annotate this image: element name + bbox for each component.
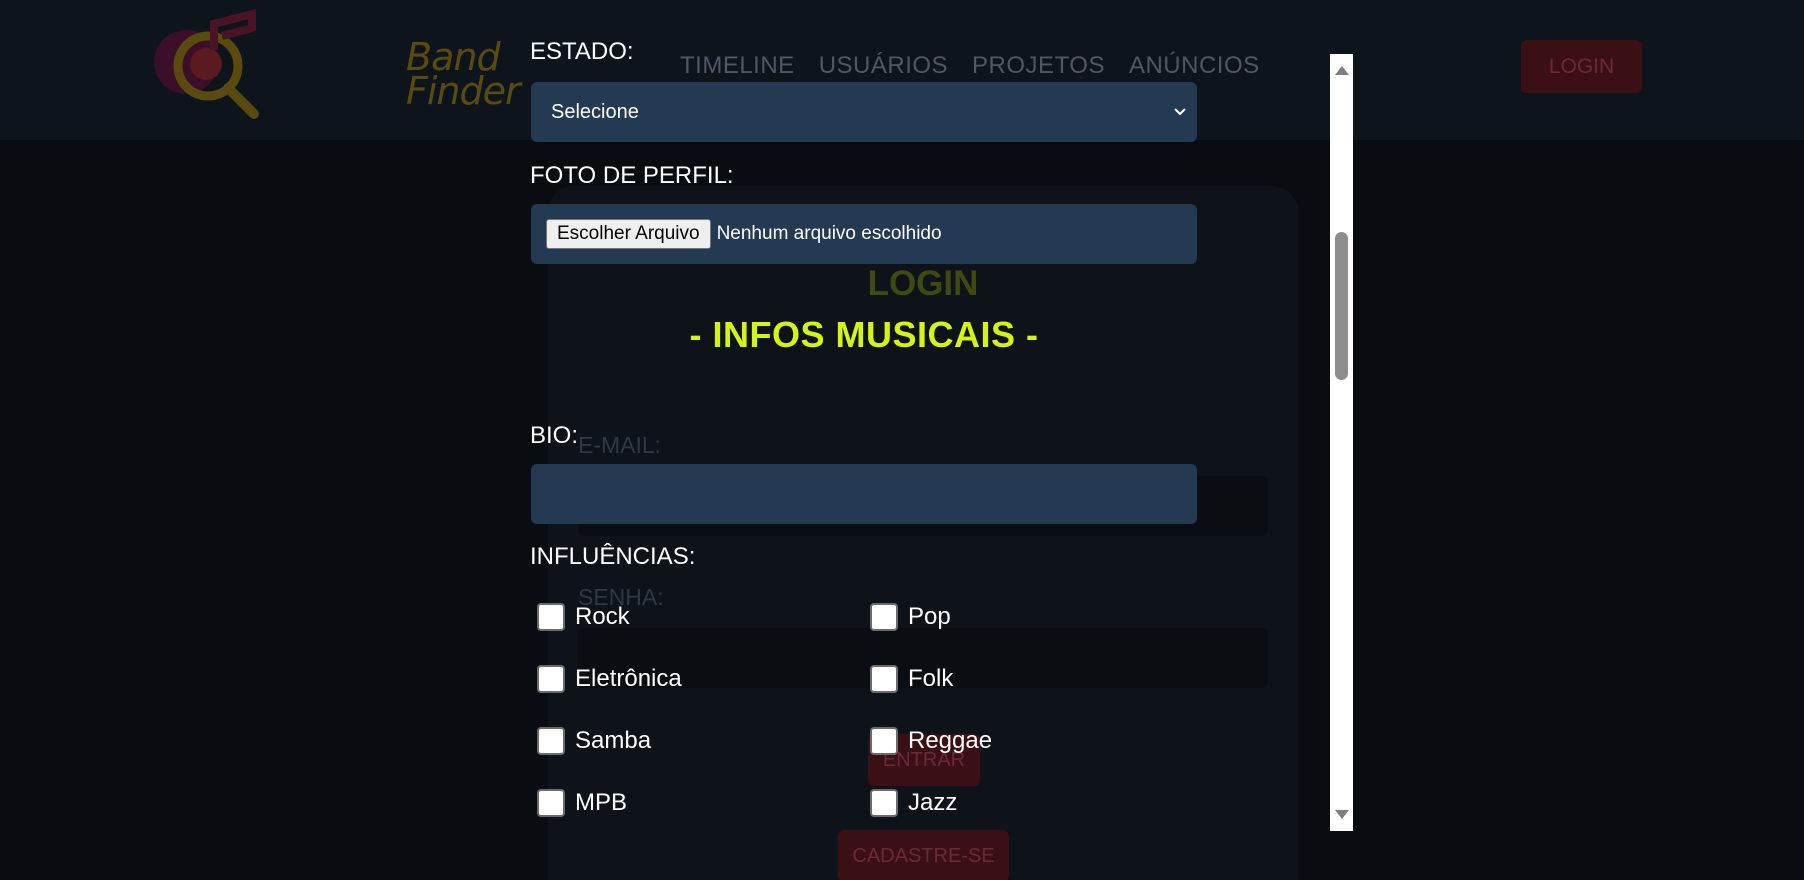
- influence-folk-checkbox[interactable]: Folk: [870, 665, 953, 693]
- band-finder-logo[interactable]: Band Finder: [148, 6, 521, 126]
- checkbox[interactable]: [870, 603, 898, 631]
- influence-label: Folk: [908, 665, 954, 692]
- signup-button[interactable]: CADASTRE-SE: [838, 830, 1009, 880]
- login-title: LOGIN: [867, 264, 979, 303]
- influence-label: Rock: [575, 603, 630, 630]
- influence-label: Eletrônica: [575, 665, 682, 692]
- nav-usuarios[interactable]: USUÁRIOS: [819, 52, 948, 80]
- influence-reggae-checkbox[interactable]: Reggae: [870, 727, 992, 755]
- influence-mpb-checkbox[interactable]: MPB: [537, 789, 627, 817]
- bio-field[interactable]: [531, 464, 1197, 524]
- header-login-button[interactable]: LOGIN: [1521, 40, 1642, 93]
- chevron-down-icon: [1174, 108, 1186, 116]
- state-select[interactable]: Selecione: [531, 82, 1197, 142]
- influence-label: Samba: [575, 727, 652, 754]
- checkbox[interactable]: [870, 727, 898, 755]
- profile-photo-input: Escolher Arquivo Nenhum arquivo escolhid…: [531, 204, 1197, 264]
- checkbox[interactable]: [870, 665, 898, 693]
- checkbox[interactable]: [537, 789, 565, 817]
- influence-eletronica-checkbox[interactable]: Eletrônica: [537, 665, 682, 693]
- influence-label: MPB: [575, 789, 628, 816]
- influence-rock-checkbox[interactable]: Rock: [537, 603, 630, 631]
- nav-projetos[interactable]: PROJETOS: [972, 52, 1105, 80]
- musical-info-title: - INFOS MUSICAIS -: [689, 314, 1039, 355]
- scroll-down-arrow-icon[interactable]: [1335, 810, 1349, 819]
- checkbox[interactable]: [537, 727, 565, 755]
- page: Band Finder TIMELINE USUÁRIOS PROJETOS A…: [0, 0, 1804, 880]
- state-select-value: Selecione: [551, 100, 639, 123]
- influence-jazz-checkbox[interactable]: Jazz: [870, 789, 957, 817]
- logo-graphic: [154, 8, 259, 119]
- file-status-text: Nenhum arquivo escolhido: [716, 223, 942, 244]
- main-nav: TIMELINE USUÁRIOS PROJETOS ANÚNCIOS: [680, 52, 1260, 80]
- nav-anuncios[interactable]: ANÚNCIOS: [1129, 52, 1260, 80]
- logo-text: Band Finder: [406, 38, 521, 113]
- nav-timeline[interactable]: TIMELINE: [680, 52, 795, 80]
- login-card: LOGIN E-MAIL: SENHA: ENTRAR CADASTRE-SE: [548, 186, 1298, 880]
- influence-pop-checkbox[interactable]: Pop: [870, 603, 951, 631]
- scroll-up-arrow-icon[interactable]: [1335, 66, 1349, 75]
- email-label: E-MAIL:: [578, 432, 662, 458]
- influence-label: Pop: [908, 603, 951, 630]
- influence-label: Jazz: [908, 789, 958, 816]
- checkbox[interactable]: [537, 665, 565, 693]
- scrollbar-thumb[interactable]: [1335, 232, 1348, 380]
- checkbox[interactable]: [537, 603, 565, 631]
- profile-photo-label: FOTO DE PERFIL:: [530, 162, 734, 189]
- influence-label: Reggae: [908, 727, 993, 754]
- state-label: ESTADO:: [530, 38, 634, 65]
- bio-label: BIO:: [530, 422, 579, 449]
- influences-label: INFLUÊNCIAS:: [530, 543, 696, 570]
- choose-file-button[interactable]: Escolher Arquivo: [546, 219, 711, 249]
- influence-samba-checkbox[interactable]: Samba: [537, 727, 651, 755]
- modal-scrollbar[interactable]: [1330, 54, 1353, 831]
- logo-text-finder: Finder: [406, 69, 521, 113]
- checkbox[interactable]: [870, 789, 898, 817]
